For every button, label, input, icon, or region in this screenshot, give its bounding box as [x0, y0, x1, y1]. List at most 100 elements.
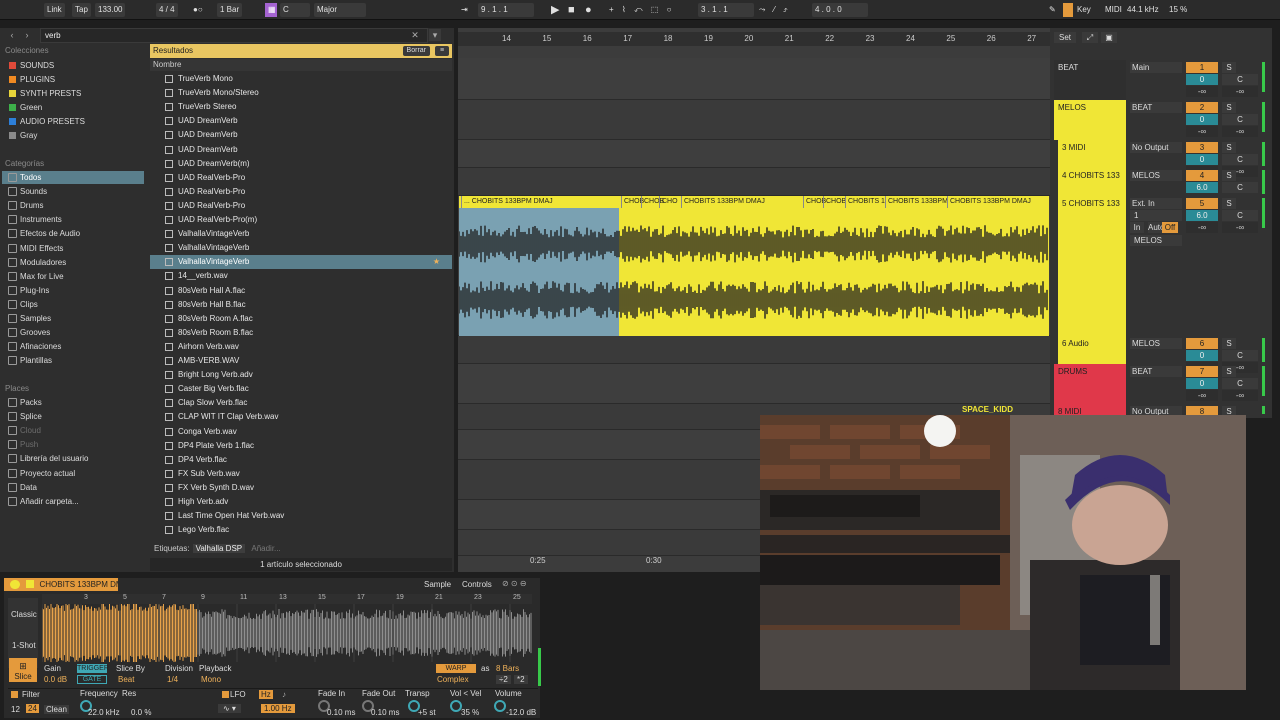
send-b-field[interactable]: -∞ — [1222, 390, 1258, 401]
track-activator[interactable]: 6 — [1186, 338, 1218, 349]
file-item[interactable]: UAD RealVerb-Pro(m) — [150, 213, 452, 227]
quantize-select[interactable]: 1 Bar — [217, 3, 243, 17]
place-item[interactable]: Proyecto actual — [2, 467, 144, 480]
search-input[interactable]: verb — [40, 28, 428, 43]
tag-chip[interactable]: Valhalla DSP — [192, 544, 246, 553]
track-lane[interactable] — [458, 336, 1050, 364]
track-routing-select[interactable]: MELOS — [1130, 338, 1182, 349]
pan-field[interactable]: C — [1222, 114, 1258, 125]
file-item[interactable]: FX Verb Synth D.wav — [150, 481, 452, 495]
gate-button[interactable]: GATE — [77, 675, 107, 684]
file-item[interactable]: ValhallaVintageVerb ★ — [150, 255, 452, 270]
results-options-icon[interactable]: ≡ — [435, 46, 449, 56]
key-map-indicator[interactable] — [1063, 3, 1073, 17]
play-icon[interactable]: ▶ — [548, 3, 562, 17]
playback-select[interactable]: Mono — [201, 675, 221, 684]
file-item[interactable]: 80sVerb Room B.flac — [150, 326, 452, 340]
file-item[interactable]: 80sVerb Hall A.flac — [150, 284, 452, 298]
track-routing-select[interactable]: BEAT — [1130, 102, 1182, 113]
volume-field[interactable]: 0 — [1186, 74, 1218, 85]
track-routing-select[interactable]: BEAT — [1130, 366, 1182, 377]
track-name[interactable]: 5 CHOBITS 133 — [1062, 199, 1120, 208]
scale-select[interactable]: Major — [314, 3, 366, 17]
file-item[interactable]: AMB-VERB.WAV — [150, 354, 452, 368]
pencil-icon[interactable]: ✎ — [1046, 3, 1059, 17]
solo-button[interactable]: S — [1222, 102, 1236, 113]
collection-item[interactable]: SOUNDS — [2, 59, 144, 72]
input-channel-select[interactable]: 1 — [1130, 210, 1182, 221]
category-item[interactable]: Todos — [2, 171, 144, 184]
volume-field[interactable]: 6.0 — [1186, 182, 1218, 193]
file-item[interactable]: DP4 Plate Verb 1.flac — [150, 439, 452, 453]
track-header[interactable]: MELOS — [1054, 100, 1126, 140]
clip-segment-label[interactable]: CHOBITS 133BPM DMAJ — [681, 196, 765, 208]
file-item[interactable]: 80sVerb Hall B.flac — [150, 298, 452, 312]
monitor-in-button[interactable]: In — [1130, 222, 1144, 233]
track-routing-select[interactable]: Main — [1130, 62, 1182, 73]
track-name[interactable]: 3 MIDI — [1062, 143, 1086, 152]
detail-options-icons[interactable]: ⊘ ⊙ ⊖ — [502, 579, 527, 588]
trigger-button[interactable]: TRIGGER — [77, 664, 109, 673]
double-button[interactable]: *2 — [514, 675, 528, 684]
track-routing-select[interactable]: MELOS — [1130, 170, 1182, 181]
gain-value[interactable]: 0.0 dB — [44, 675, 67, 684]
collection-item[interactable]: AUDIO PRESETS — [2, 115, 144, 128]
track-routing-select[interactable]: No Output — [1130, 142, 1182, 153]
lfo-sync-icon[interactable]: ♪ — [282, 690, 286, 699]
pan-field[interactable]: C — [1222, 74, 1258, 85]
tab-controls[interactable]: Controls — [462, 580, 492, 589]
halve-button[interactable]: ÷2 — [496, 675, 511, 684]
lfo-hz-button[interactable]: Hz — [259, 690, 273, 699]
lfo-waveform-select[interactable]: ∿ ▾ — [218, 704, 241, 713]
file-item[interactable]: 14__verb.wav — [150, 269, 452, 283]
track-header[interactable]: 5 CHOBITS 133 — [1058, 196, 1126, 336]
file-item[interactable]: UAD RealVerb-Pro — [150, 199, 452, 213]
send-a-field[interactable]: -∞ — [1186, 86, 1218, 97]
category-item[interactable]: Max for Live — [2, 270, 144, 283]
loop-length[interactable]: 4 . 0 . 0 — [812, 3, 868, 17]
record-icon[interactable]: ● — [582, 3, 595, 17]
file-item[interactable]: Conga Verb.wav — [150, 425, 452, 439]
midi-map-label[interactable]: MIDI — [1102, 3, 1125, 17]
track-lane[interactable] — [458, 140, 1050, 168]
lock-icon[interactable]: ▣ — [1101, 32, 1117, 43]
warp-bars[interactable]: 8 Bars — [496, 664, 519, 673]
track-lane[interactable] — [458, 100, 1050, 140]
track-header[interactable]: DRUMS — [1054, 364, 1126, 404]
category-item[interactable]: Efectos de Audio — [2, 227, 144, 240]
track-name[interactable]: BEAT — [1058, 63, 1078, 72]
bar-ruler[interactable]: 14 15 16 17 18 19 20 21 22 23 24 25 26 27 — [458, 32, 1050, 46]
track-name[interactable]: MELOS — [1058, 103, 1086, 112]
file-item[interactable]: 80sVerb Room A.flac — [150, 312, 452, 326]
send-b-field[interactable]: -∞ — [1222, 126, 1258, 137]
tempo-field[interactable]: 133.00 — [95, 3, 126, 17]
output-sub-routing[interactable]: MELOS — [1130, 235, 1182, 246]
filter-toggle[interactable] — [11, 691, 18, 698]
file-item[interactable]: UAD DreamVerb(m) — [150, 157, 452, 171]
track-lane[interactable] — [458, 364, 1050, 404]
clear-results-button[interactable]: Borrar — [402, 46, 430, 56]
solo-button[interactable]: S — [1222, 170, 1236, 181]
warp-button[interactable]: WARP — [436, 664, 476, 673]
tab-sample[interactable]: Sample — [424, 580, 451, 589]
track-name[interactable]: 4 CHOBITS 133 — [1062, 171, 1120, 180]
name-column-label[interactable]: Nombre — [153, 60, 181, 69]
place-item[interactable]: Data — [2, 481, 144, 494]
file-item[interactable]: ValhallaVintageVerb — [150, 227, 452, 241]
clip-header[interactable]: ... CHOBITS 133BPM DMAJ CHOB CHOB CHO CHOBIT… — [459, 196, 1049, 208]
send-a-field[interactable]: -∞ — [1186, 126, 1218, 137]
category-item[interactable]: Plantillas — [2, 354, 144, 367]
volume-knob[interactable] — [494, 700, 506, 712]
track-routing-select[interactable]: Ext. In — [1130, 198, 1182, 209]
set-button[interactable]: Set — [1054, 32, 1076, 43]
loop-start[interactable]: 3 . 1 . 1 — [698, 3, 754, 17]
filter-icon[interactable]: ▾ — [429, 29, 441, 41]
solo-button[interactable]: S — [1222, 198, 1236, 209]
scale-mode-icon[interactable]: ▦ — [265, 3, 277, 17]
category-item[interactable]: Instruments — [2, 213, 144, 226]
clip-segment-label[interactable]: ... CHOBITS 133BPM DMAJ — [461, 196, 553, 208]
clip-segment-label[interactable]: CHOBITS 133BPM — [885, 196, 948, 208]
file-item[interactable]: ValhallaVintageVerb — [150, 241, 452, 255]
audio-clip[interactable]: ... CHOBITS 133BPM DMAJ CHOB CHOB CHO CHOBIT… — [459, 196, 1049, 336]
volume-field[interactable]: 0 — [1186, 378, 1218, 389]
